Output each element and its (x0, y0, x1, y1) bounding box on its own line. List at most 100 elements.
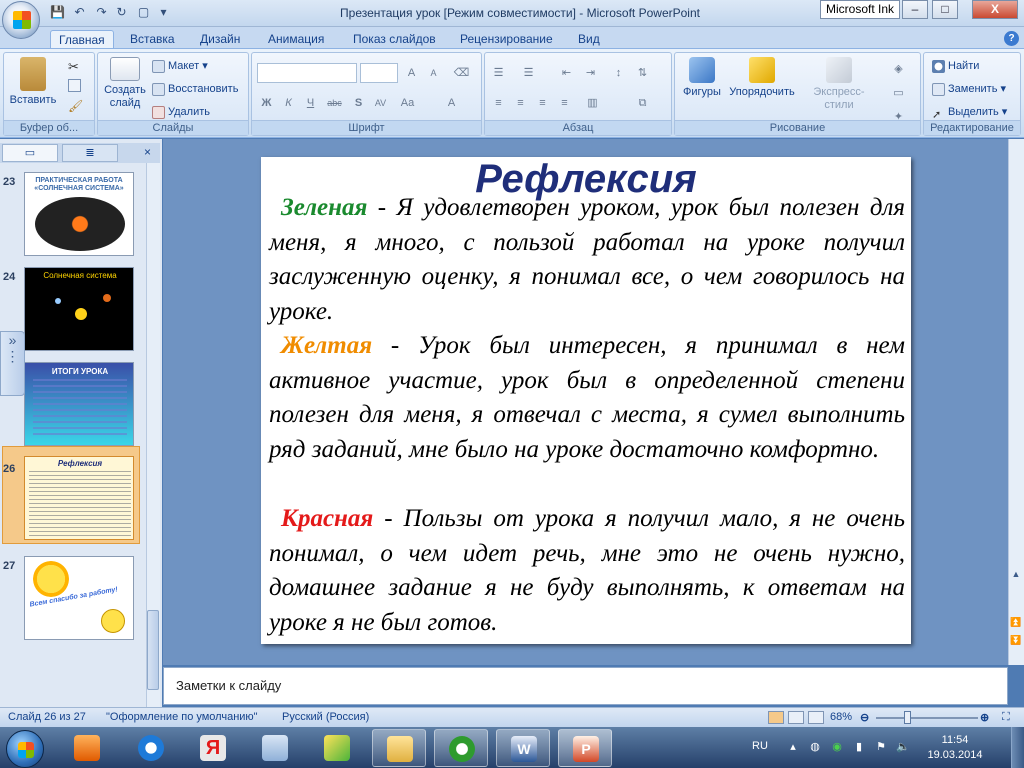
slideshow-view-icon[interactable] (808, 711, 824, 724)
taskbar-media-player[interactable] (60, 729, 114, 767)
format-painter-icon[interactable]: 🖌 (68, 99, 83, 113)
arrange-button[interactable]: Упорядочить (729, 57, 795, 99)
tray-app-icon[interactable]: ◍ (808, 740, 822, 754)
line-spacing-icon[interactable]: ↕ (609, 63, 628, 82)
copy-icon[interactable] (68, 79, 81, 92)
zoom-slider-thumb[interactable] (904, 711, 911, 724)
help-icon[interactable]: ? (1004, 31, 1019, 46)
char-spacing-button[interactable]: AV (371, 93, 390, 112)
taskbar-green-app[interactable] (310, 729, 364, 767)
font-size-field[interactable] (360, 63, 398, 83)
taskbar-internet-explorer[interactable] (124, 729, 178, 767)
reset-button[interactable]: Восстановить (152, 80, 238, 98)
strikethrough-button[interactable]: abc (325, 93, 344, 112)
taskbar-yandex[interactable]: Я (186, 729, 240, 767)
scroll-up-icon[interactable]: ▲ (1009, 566, 1023, 582)
clear-format-icon[interactable]: ⌫ (452, 63, 471, 82)
tab-slideshow[interactable]: Показ слайдов (345, 30, 444, 49)
taskbar-speaker[interactable] (248, 729, 302, 767)
taskbar-clock[interactable]: 11:54 19.03.2014 (925, 733, 985, 763)
tray-volume-icon[interactable]: 🔈 (896, 740, 910, 754)
office-button[interactable] (2, 1, 40, 39)
align-right-icon[interactable]: ≡ (533, 93, 552, 112)
decrease-indent-icon[interactable]: ⇤ (557, 63, 576, 82)
tab-design[interactable]: Дизайн (192, 30, 248, 49)
theme-name[interactable]: "Оформление по умолчанию" (106, 711, 258, 723)
tab-slides[interactable]: ▭ (2, 144, 58, 162)
tab-outline[interactable]: ≣ (62, 144, 118, 162)
fit-to-window-icon[interactable]: ⛶ (1002, 711, 1010, 724)
find-button[interactable]: Найти (932, 57, 979, 75)
layout-button[interactable]: Макет ▾ (152, 57, 208, 75)
prev-slide-icon[interactable]: ⏫ (1009, 614, 1023, 630)
cut-icon[interactable]: ✂ (68, 59, 79, 75)
slide-thumb-25[interactable]: ИТОГИ УРОКА (24, 362, 134, 446)
slide-scrollbar[interactable] (1008, 139, 1024, 665)
italic-button[interactable]: К (279, 93, 298, 112)
font-color-button[interactable]: A (442, 93, 461, 112)
panel-resize-handle[interactable]: » ⋮ (0, 331, 25, 396)
delete-slide-button[interactable]: Удалить (152, 103, 210, 121)
font-name-field[interactable] (257, 63, 357, 83)
slide-thumb-24[interactable]: Солнечная система (24, 267, 134, 351)
text-direction-icon[interactable]: ⇅ (633, 63, 652, 82)
quick-styles-button[interactable]: Экспресс-стили (799, 57, 879, 112)
bullets-icon[interactable]: ☰ (489, 63, 508, 82)
tab-view[interactable]: Вид (570, 30, 608, 49)
redo-icon[interactable]: ↷ (94, 5, 109, 20)
align-center-icon[interactable]: ≡ (511, 93, 530, 112)
justify-icon[interactable]: ≡ (555, 93, 574, 112)
sorter-view-icon[interactable] (788, 711, 804, 724)
new-slide-button[interactable]: Создать слайд (100, 57, 150, 110)
zoom-level[interactable]: 68% (830, 711, 852, 723)
taskbar-explorer[interactable] (372, 729, 426, 767)
shape-outline-icon[interactable]: ▭ (889, 83, 908, 102)
microsoft-ink-button[interactable]: Microsoft Ink (820, 0, 900, 19)
zoom-out-icon[interactable]: ⊖ (860, 711, 869, 724)
tab-insert[interactable]: Вставка (122, 30, 183, 49)
slide-thumb-27[interactable]: Всем спасибо за работу! (24, 556, 134, 640)
slides-scrollbar-thumb[interactable] (147, 610, 159, 690)
tray-network-icon[interactable]: ▮ (852, 740, 866, 754)
next-slide-icon[interactable]: ⏬ (1009, 632, 1023, 648)
language-indicator[interactable]: Русский (Россия) (282, 711, 369, 723)
start-button[interactable] (6, 730, 44, 768)
taskbar-word[interactable]: W (496, 729, 550, 767)
numbering-icon[interactable]: ☰ (519, 63, 538, 82)
notes-pane[interactable]: Заметки к слайду (163, 667, 1008, 705)
refresh-icon[interactable]: ↻ (114, 5, 129, 20)
paste-button[interactable]: Вставить (8, 57, 58, 107)
tray-flag-icon[interactable]: ⚑ (874, 740, 888, 754)
replace-button[interactable]: Заменить ▾ (932, 80, 1006, 98)
close-button[interactable]: X (972, 0, 1018, 19)
undo-icon[interactable]: ↶ (72, 5, 87, 20)
shapes-button[interactable]: Фигуры (677, 57, 727, 99)
change-case-button[interactable]: Aa (398, 93, 417, 112)
zoom-slider[interactable] (876, 717, 978, 719)
shape-fill-icon[interactable]: ◈ (889, 59, 908, 78)
save-icon[interactable]: 💾 (50, 5, 65, 20)
underline-button[interactable]: Ч (301, 93, 320, 112)
increase-indent-icon[interactable]: ⇥ (581, 63, 600, 82)
tab-review[interactable]: Рецензирование (452, 30, 561, 49)
qat-dropdown-icon[interactable]: ▾ (156, 5, 171, 20)
grow-font-button[interactable]: A (402, 63, 421, 82)
new-doc-icon[interactable]: ▢ (136, 5, 151, 20)
taskbar-mail-agent[interactable] (434, 729, 488, 767)
current-slide[interactable]: Рефлексия Зеленая - Я удовлетворен уроко… (261, 157, 911, 644)
shrink-font-button[interactable]: A (424, 63, 443, 82)
slide-thumb-26[interactable]: Рефлексия (24, 456, 134, 540)
zoom-in-icon[interactable]: ⊕ (980, 711, 989, 724)
slide-thumb-23[interactable]: ПРАКТИЧЕСКАЯ РАБОТА «СОЛНЕЧНАЯ СИСТЕМА» (24, 172, 134, 256)
shadow-button[interactable]: S (349, 93, 368, 112)
paragraph-red[interactable]: Красная - Пользы от урока я получил мало… (269, 502, 905, 640)
paragraph-yellow[interactable]: Желтая - Урок был интересен, я принимал … (269, 329, 905, 467)
tray-green-icon[interactable]: ◉ (830, 740, 844, 754)
smartart-icon[interactable]: ⧉ (633, 93, 652, 112)
align-left-icon[interactable]: ≡ (489, 93, 508, 112)
input-language[interactable]: RU (752, 740, 768, 752)
normal-view-icon[interactable] (768, 711, 784, 724)
close-panel-icon[interactable]: × (144, 145, 151, 159)
tab-animation[interactable]: Анимация (260, 30, 332, 49)
tab-home[interactable]: Главная (50, 30, 114, 49)
